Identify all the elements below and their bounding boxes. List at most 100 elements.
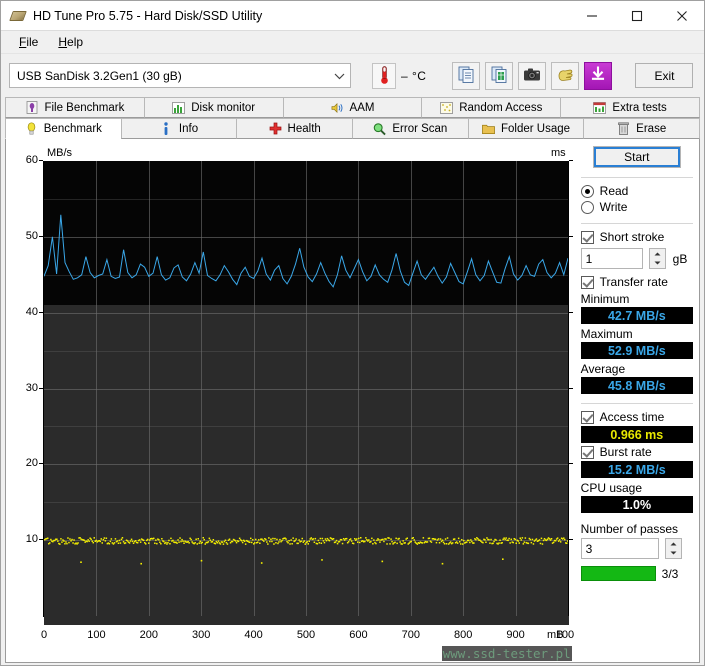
tab-aam[interactable]: AAM [283, 97, 422, 118]
tab-erase[interactable]: Erase [583, 118, 700, 139]
device-select[interactable]: USB SanDisk 3.2Gen1 (30 gB) [9, 63, 351, 88]
save-button[interactable] [584, 62, 612, 90]
access-time-point [49, 542, 51, 544]
access-time-point [93, 542, 95, 544]
access-time-point [271, 541, 273, 543]
x-tick-label: 300 [181, 629, 221, 641]
tab-random-access[interactable]: Random Access [421, 97, 560, 118]
passes-input[interactable]: 3 [581, 538, 659, 559]
menu-file[interactable]: FFileile [9, 33, 48, 51]
access-time-point [106, 538, 108, 540]
minimum-label: Minimum [581, 292, 693, 306]
passes-stepper[interactable]: 3 [581, 538, 693, 559]
access-time-point [329, 540, 331, 542]
access-time-point [525, 537, 527, 539]
access-time-point [356, 538, 358, 540]
access-time-point [229, 539, 231, 541]
menu-help[interactable]: Help [48, 33, 93, 51]
access-time-point [365, 537, 367, 539]
start-button[interactable]: Start [593, 146, 681, 168]
maximum-label: Maximum [581, 327, 693, 341]
access-time-point [394, 542, 396, 544]
access-time-point [94, 537, 96, 539]
access-time-outlier [321, 559, 323, 561]
passes-spin-buttons[interactable] [665, 538, 682, 559]
access-time-point [551, 538, 553, 540]
tab-error-scan[interactable]: Error Scan [352, 118, 468, 139]
access-time-point [304, 540, 306, 542]
access-time-point [111, 538, 113, 540]
access-time-point [118, 543, 120, 545]
access-time-point [531, 542, 533, 544]
access-time-point [414, 539, 416, 541]
tab-extra-tests-label: Extra tests [612, 102, 666, 114]
access-time-point [522, 537, 524, 539]
access-time-point [67, 537, 69, 539]
access-time-point [258, 539, 260, 541]
access-time-point [311, 537, 313, 539]
x-axis-bar [44, 616, 569, 625]
short-stroke-stepper[interactable]: 1 gB [581, 248, 693, 269]
spin-up-button[interactable] [650, 249, 665, 259]
access-time-point [182, 541, 184, 543]
access-time-point [323, 540, 325, 542]
access-time-point [239, 538, 241, 540]
short-stroke-input[interactable]: 1 [581, 248, 643, 269]
maximize-button[interactable] [614, 1, 659, 31]
tab-folder-usage[interactable]: Folder Usage [468, 118, 584, 139]
access-time-point [459, 541, 461, 543]
tab-benchmark[interactable]: Benchmark [5, 118, 121, 139]
screenshot-button[interactable] [518, 62, 546, 90]
access-time-point [541, 538, 543, 540]
access-time-point [509, 542, 511, 544]
access-time-point [429, 538, 431, 540]
access-time-point [295, 538, 297, 540]
access-time-point [402, 540, 404, 542]
access-time-point [148, 542, 150, 544]
access-time-point [104, 537, 106, 539]
spin-up-button[interactable] [666, 539, 681, 549]
tab-erase-label: Erase [636, 123, 666, 135]
checkbox-burst-rate[interactable]: Burst rate [581, 445, 693, 459]
folder-button[interactable] [551, 62, 579, 90]
radio-read-label: Read [600, 184, 629, 198]
spin-down-button[interactable] [650, 259, 665, 269]
access-time-point [533, 543, 535, 545]
access-time-point [553, 542, 555, 544]
copy-text-icon [458, 66, 475, 86]
tab-file-benchmark[interactable]: File Benchmark [5, 97, 144, 118]
spin-down-button[interactable] [666, 549, 681, 559]
tab-extra-tests[interactable]: Extra tests [560, 97, 700, 118]
copy-excel-button[interactable] [485, 62, 513, 90]
access-time-point [348, 541, 350, 543]
short-stroke-spin-buttons[interactable] [649, 248, 666, 269]
exit-button[interactable]: Exit [635, 63, 693, 88]
copy-text-button[interactable] [452, 62, 480, 90]
access-time-point [197, 543, 199, 545]
access-time-point [446, 543, 448, 545]
access-time-point [83, 540, 85, 542]
tab-disk-monitor[interactable]: Disk monitor [144, 97, 283, 118]
checkbox-transfer-rate[interactable]: Transfer rate [581, 275, 693, 289]
tab-folder-usage-label: Folder Usage [501, 123, 570, 135]
minimize-button[interactable] [569, 1, 614, 31]
radio-read[interactable]: Read [581, 184, 693, 198]
checkbox-short-stroke[interactable]: Short stroke [581, 230, 693, 244]
close-button[interactable] [659, 1, 704, 31]
cpu-usage-value: 1.0% [581, 496, 693, 513]
access-time-point [486, 537, 488, 539]
tab-health[interactable]: Health [236, 118, 352, 139]
access-time-point [413, 537, 415, 539]
access-time-point [462, 543, 464, 545]
tab-info[interactable]: Info [121, 118, 237, 139]
access-time-point [153, 538, 155, 540]
access-time-point [489, 542, 491, 544]
access-time-point [156, 543, 158, 545]
radio-write[interactable]: Write [581, 200, 693, 214]
access-time-point [115, 538, 117, 540]
y-tick-label: 40 [8, 306, 38, 318]
access-time-point [268, 537, 270, 539]
checkbox-access-time[interactable]: Access time [581, 410, 693, 424]
access-time-point [129, 542, 131, 544]
access-time-point [417, 543, 419, 545]
